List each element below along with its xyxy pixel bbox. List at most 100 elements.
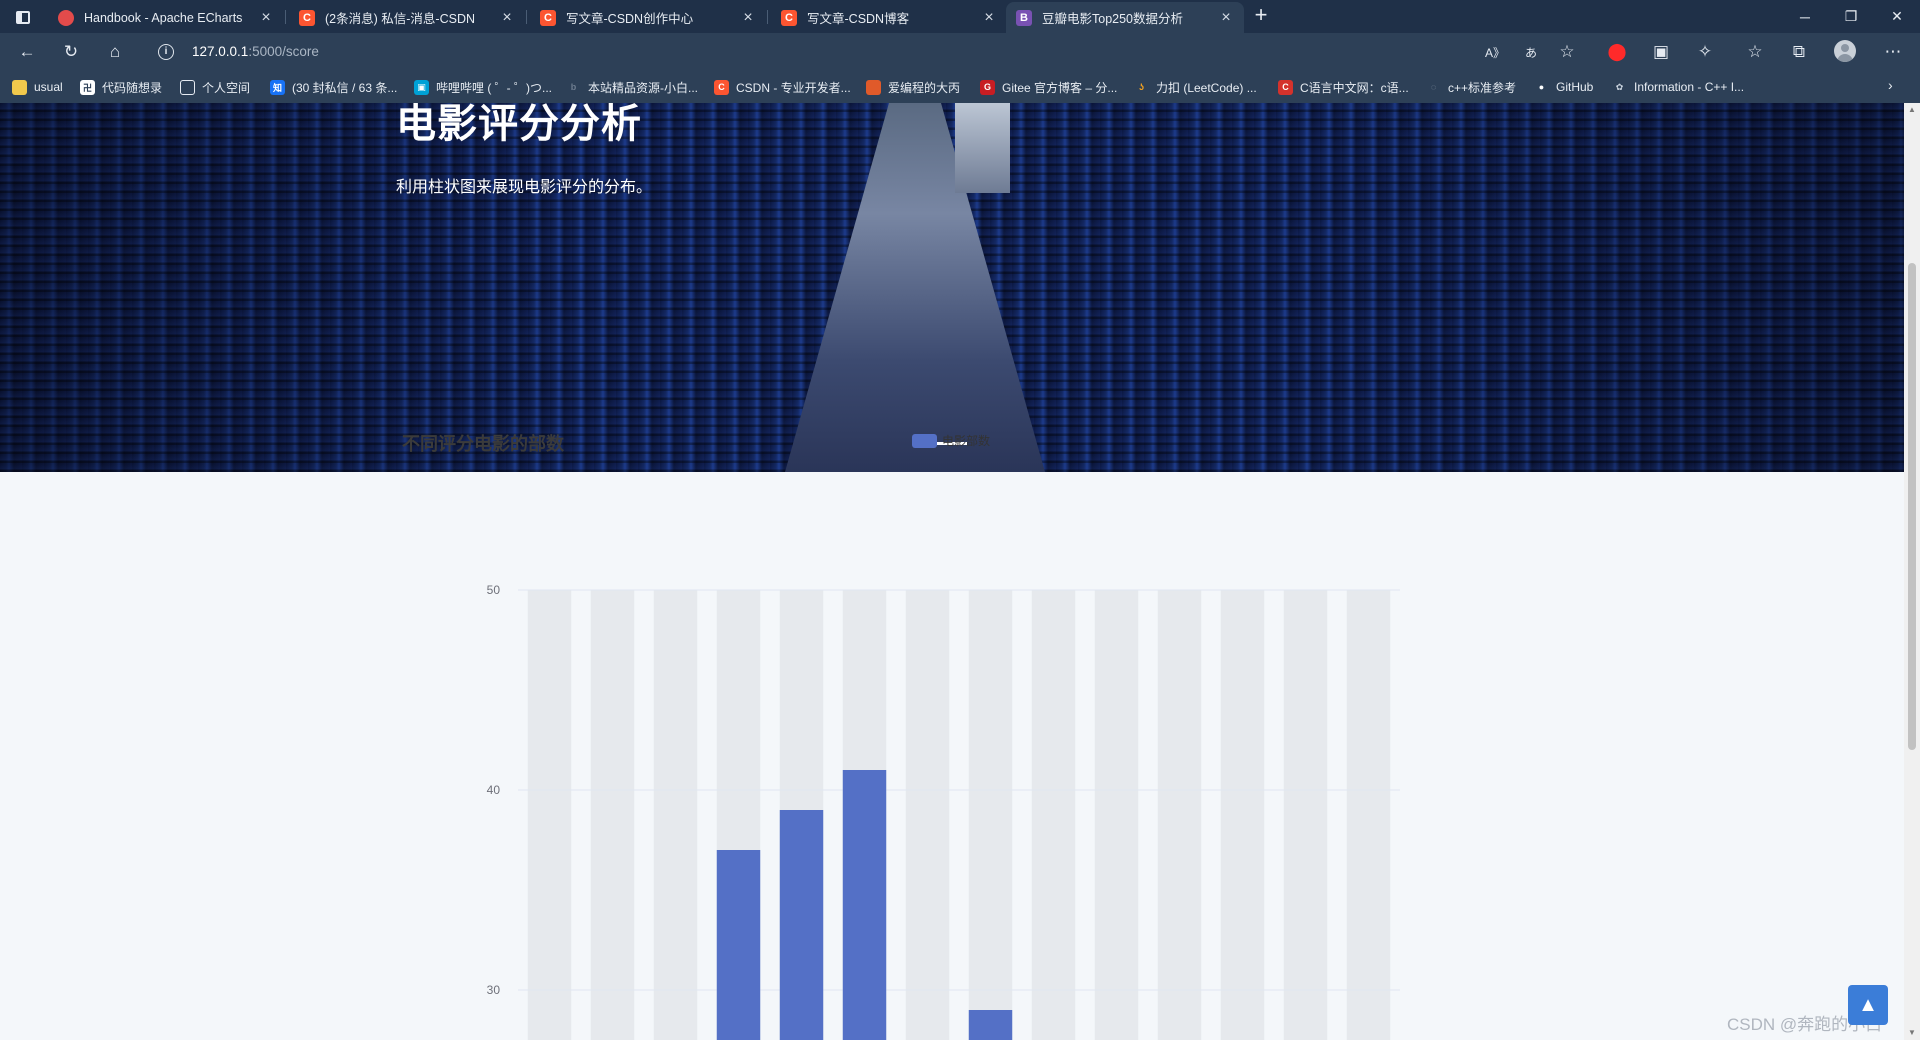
aisle-light: [955, 103, 1010, 193]
bookmark-gitee[interactable]: G Gitee 官方博客 – 分...: [980, 78, 1117, 96]
arrow-up-icon: ▲: [1858, 993, 1878, 1016]
translate-icon[interactable]: あ: [1518, 39, 1544, 65]
bookmark-label: 个人空间: [202, 80, 251, 95]
legend-swatch: [912, 433, 937, 448]
minimize-icon[interactable]: ─: [1782, 0, 1828, 33]
bookmark-label: Information - C++ I...: [1634, 80, 1745, 94]
tab-divider: [526, 10, 527, 24]
bookmark-csdn[interactable]: C CSDN - 专业开发者...: [714, 78, 851, 96]
extension-red-icon[interactable]: ⬤: [1604, 39, 1630, 65]
address-bar[interactable]: i 127.0.0.1:5000/score: [146, 38, 1526, 65]
tab-csdn-messages[interactable]: C (2条消息) 私信-消息-CSDN ×: [289, 2, 525, 33]
profile-avatar[interactable]: [1834, 40, 1856, 62]
csdn-favicon-icon: C: [714, 79, 729, 95]
blog-favicon-icon: [866, 79, 881, 95]
data-bar[interactable]: [842, 770, 887, 1040]
bar-background: [653, 590, 698, 1040]
site-info-icon[interactable]: i: [158, 43, 174, 60]
bookmark-label: 哔哩哔哩 ( ゜- ゜)つ...: [436, 80, 552, 95]
folder-icon: [12, 79, 27, 95]
url-path: :5000/score: [248, 44, 319, 59]
site-favicon-icon: b: [570, 82, 577, 92]
bookmark-cplusplus[interactable]: ✿ Information - C++ I...: [1612, 78, 1744, 96]
tab-title: Handbook - Apache ECharts: [84, 10, 243, 25]
leetcode-favicon-icon: ʖ: [1138, 82, 1144, 92]
bar-background: [1346, 590, 1391, 1040]
tab-echarts-handbook[interactable]: Handbook - Apache ECharts ×: [48, 2, 284, 33]
bookmark-bilibili[interactable]: ▣ 哔哩哔哩 ( ゜- ゜)つ...: [414, 78, 552, 96]
tab-divider: [767, 10, 768, 24]
chart-legend[interactable]: 电影部数: [912, 432, 990, 449]
bar-background: [527, 590, 572, 1040]
data-bar[interactable]: [968, 1010, 1013, 1040]
bookmark-leetcode[interactable]: ʖ 力扣 (LeetCode) ...: [1134, 78, 1257, 96]
bar-background: [590, 590, 635, 1040]
favorites-icon[interactable]: ☆: [1742, 39, 1768, 65]
back-icon[interactable]: ←: [14, 39, 40, 65]
y-tick-label: 50: [487, 583, 501, 597]
tab-csdn-editor[interactable]: C 写文章-CSDN创作中心 ×: [530, 2, 766, 33]
bookmark-label: 本站精品资源-小白...: [588, 80, 698, 95]
close-icon[interactable]: ×: [258, 9, 274, 27]
bookmark-xiaobai[interactable]: b 本站精品资源-小白...: [566, 78, 698, 96]
tab-csdn-blog[interactable]: C 写文章-CSDN博客 ×: [771, 2, 1007, 33]
bookmark-label: CSDN - 专业开发者...: [736, 80, 851, 95]
restore-icon[interactable]: ❐: [1828, 0, 1874, 33]
tab-actions-icon[interactable]: [8, 5, 38, 29]
page-scrollbar[interactable]: ▲ ▼: [1904, 103, 1920, 1040]
bookmark-c-biancheng[interactable]: C C语言中文网：c语...: [1278, 78, 1409, 96]
extension-screen-icon[interactable]: ▣: [1648, 39, 1674, 65]
close-icon[interactable]: ×: [740, 9, 756, 27]
c-favicon-icon: C: [1278, 79, 1293, 95]
bookmark-zhihu[interactable]: 知 (30 封私信 / 63 条...: [270, 78, 397, 96]
tab-title: 写文章-CSDN博客: [807, 12, 910, 26]
bar-background: [1094, 590, 1139, 1040]
scroll-down-icon[interactable]: ▼: [1907, 1028, 1917, 1038]
bookmark-label: C语言中文网：c语...: [1300, 80, 1409, 95]
collections-icon[interactable]: ⧉: [1786, 39, 1812, 65]
scroll-up-icon[interactable]: ▲: [1907, 105, 1917, 115]
refresh-icon[interactable]: ↻: [58, 39, 84, 65]
bar-background: [1157, 590, 1202, 1040]
bookmark-label: 力扣 (LeetCode) ...: [1156, 80, 1257, 95]
new-tab-icon[interactable]: +: [1248, 3, 1274, 29]
bookmark-usual[interactable]: usual: [12, 78, 63, 96]
chevron-right-icon[interactable]: ›: [1888, 77, 1893, 93]
bookmark-aibiancheng[interactable]: 爱编程的大丙: [866, 78, 960, 96]
bookmarks-bar: usual 卍 代码随想录 个人空间 知 (30 封私信 / 63 条... ▣…: [0, 69, 1920, 103]
y-tick-label: 30: [487, 983, 501, 997]
rating-bar-chart: 50 40 30: [487, 583, 1400, 1040]
tab-title: (2条消息) 私信-消息-CSDN: [325, 12, 475, 26]
extensions-icon[interactable]: ✧: [1692, 39, 1718, 65]
tab-douban-analysis[interactable]: B 豆瓣电影Top250数据分析 ×: [1006, 2, 1244, 33]
home-icon[interactable]: ⌂: [102, 39, 128, 65]
bookmark-github[interactable]: ● GitHub: [1534, 78, 1594, 96]
tab-title: 豆瓣电影Top250数据分析: [1042, 12, 1184, 26]
echarts-favicon-icon: [58, 9, 74, 26]
bookmark-personal-space[interactable]: 个人空间: [180, 78, 250, 96]
bookmark-label: (30 封私信 / 63 条...: [292, 80, 398, 95]
data-bar[interactable]: [779, 810, 824, 1040]
scrollbar-thumb[interactable]: [1908, 263, 1916, 750]
legend-label: 电影部数: [942, 434, 991, 448]
close-icon[interactable]: ×: [499, 9, 515, 27]
bookmark-label: GitHub: [1556, 80, 1594, 94]
favorite-star-icon[interactable]: ☆: [1554, 39, 1580, 65]
zhihu-favicon-icon: 知: [270, 79, 285, 95]
bar-background: [968, 590, 1013, 1040]
more-menu-icon[interactable]: ⋯: [1880, 39, 1906, 65]
page-icon: [180, 79, 195, 95]
close-icon[interactable]: ×: [981, 9, 997, 27]
close-icon[interactable]: ×: [1218, 9, 1234, 27]
cplusplus-favicon-icon: ✿: [1615, 81, 1624, 92]
back-to-top-button[interactable]: ▲: [1848, 985, 1888, 1025]
close-window-icon[interactable]: ✕: [1874, 0, 1920, 33]
bookmark-daimasuixianglu[interactable]: 卍 代码随想录: [80, 78, 162, 96]
bar-background: [1283, 590, 1328, 1040]
data-bar[interactable]: [716, 850, 761, 1040]
bookmark-label: Gitee 官方博客 – 分...: [1002, 80, 1118, 95]
hero-subtitle: 利用柱状图来展现电影评分的分布。: [396, 179, 653, 196]
csdn-favicon-icon: C: [540, 9, 556, 26]
read-aloud-icon[interactable]: A》: [1482, 39, 1508, 65]
bookmark-cpp-reference[interactable]: ◌ c++标准参考: [1426, 78, 1516, 96]
